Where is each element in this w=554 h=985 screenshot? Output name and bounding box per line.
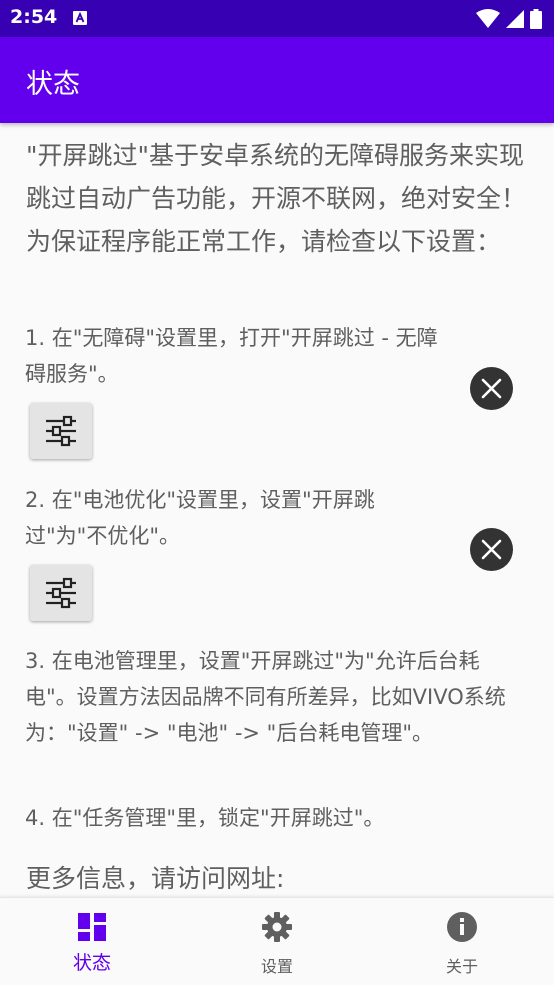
signal-icon xyxy=(505,10,524,28)
step-4-text: 4. 在"任务管理"里，锁定"开屏跳过"。 xyxy=(25,806,385,830)
info-icon xyxy=(447,912,477,942)
nav-label-about: 关于 xyxy=(445,957,478,976)
nav-label-status: 状态 xyxy=(72,952,111,974)
nav-label-settings: 设置 xyxy=(260,957,293,976)
page-title: 状态 xyxy=(26,69,80,100)
status-content[interactable]: "开屏跳过"基于安卓系统的无障碍服务来实现跳过自动广告功能，开源不联网，绝对安全… xyxy=(0,123,554,897)
app-bar: 状态 xyxy=(0,37,554,123)
gear-icon xyxy=(262,912,292,942)
close-icon xyxy=(481,539,502,560)
intro-text: "开屏跳过"基于安卓系统的无障碍服务来实现跳过自动广告功能，开源不联网，绝对安全… xyxy=(26,141,527,256)
close-icon xyxy=(481,378,502,399)
accessibility-status-icon xyxy=(470,367,513,410)
status-bar: 2:54 xyxy=(0,0,554,37)
battery-optimization-status-icon xyxy=(470,528,513,571)
battery-icon xyxy=(530,9,542,29)
step-3-text: 3. 在电池管理里，设置"开屏跳过"为"允许后台耗电"。设置方法因品牌不同有所差… xyxy=(25,649,506,745)
step-2-text: 2. 在"电池优化"设置里，设置"开屏跳过"为"不优化"。 xyxy=(25,488,375,548)
nav-item-about[interactable]: 关于 xyxy=(370,898,554,985)
battery-optimization-settings-button[interactable] xyxy=(30,565,92,621)
accessibility-settings-button[interactable] xyxy=(30,403,92,459)
tune-icon xyxy=(46,577,76,609)
status-time: 2:54 xyxy=(10,6,58,28)
status-icons xyxy=(475,9,542,29)
nav-item-status[interactable]: 状态 xyxy=(0,898,184,985)
a-notification-icon xyxy=(73,11,87,25)
dashboard-icon xyxy=(78,913,106,941)
nav-item-settings[interactable]: 设置 xyxy=(185,898,369,985)
step-1-text: 1. 在"无障碍"设置里，打开"开屏跳过 - 无障碍服务"。 xyxy=(25,326,438,386)
more-info-text: 更多信息，请访问网址: xyxy=(26,864,285,893)
wifi-icon xyxy=(475,9,500,28)
tune-icon xyxy=(46,415,76,447)
bottom-navigation: 状态 设置 关于 xyxy=(0,897,554,985)
